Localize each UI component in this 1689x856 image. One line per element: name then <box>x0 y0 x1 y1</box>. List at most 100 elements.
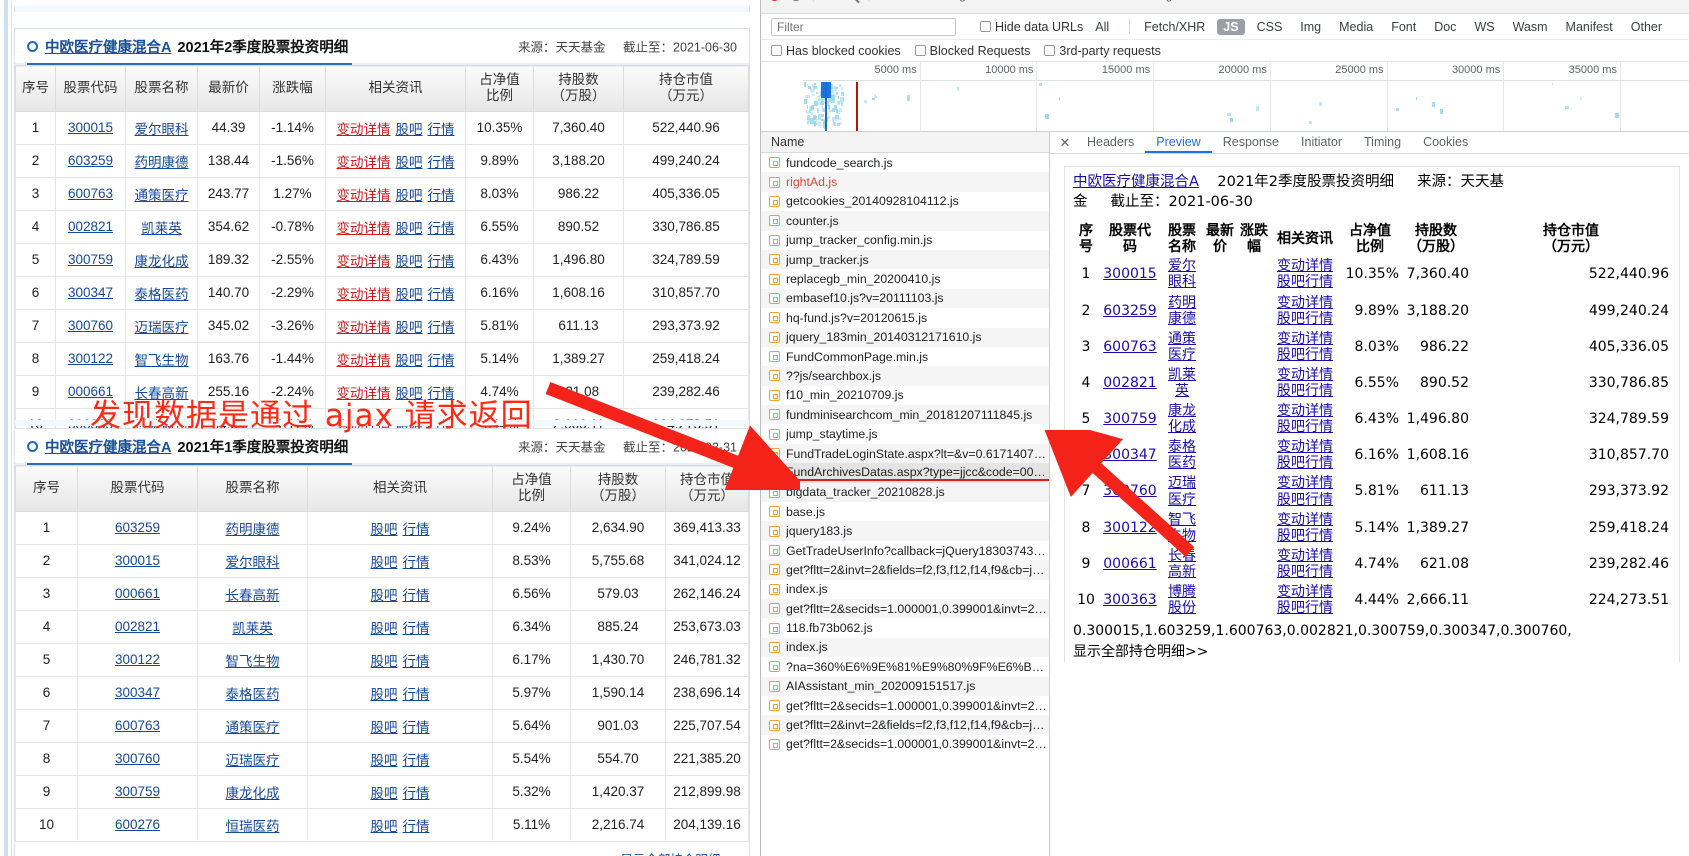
request-row[interactable]: get?fltt=2&secids=1.000001,0.399001&invt… <box>761 735 1049 754</box>
guba-link[interactable]: 股吧 <box>396 122 423 137</box>
stock-name-link[interactable]: 凯莱英 <box>141 221 182 236</box>
stock-name-link[interactable]: 爱尔眼科 <box>226 555 280 570</box>
change-detail-link[interactable]: 变动详情 <box>337 320 391 335</box>
request-row[interactable]: bigdata_tracker_20210828.js <box>761 483 1049 502</box>
stock-name-link[interactable]: 康龙化成 <box>226 786 280 801</box>
request-row[interactable]: replacegb_min_20200410.js <box>761 269 1049 288</box>
change-detail-link[interactable]: 变动详情 <box>337 188 391 203</box>
pv-stock-code-link[interactable]: 000661 <box>1103 556 1156 572</box>
stock-code-link[interactable]: 300347 <box>68 285 113 300</box>
pv-guba-quote-link[interactable]: 股吧行情 <box>1277 419 1333 435</box>
request-row[interactable]: getcookies_20140928104112.js <box>761 192 1049 211</box>
pv-guba-quote-link[interactable]: 股吧行情 <box>1277 528 1333 544</box>
pv-stock-name-link[interactable]: 通策 医疗 <box>1168 331 1196 363</box>
quote-link[interactable]: 行情 <box>428 287 455 302</box>
stock-code-link[interactable]: 603259 <box>115 520 160 535</box>
fund-name-link-q1[interactable]: 中欧医疗健康混合A <box>45 436 171 457</box>
stock-code-link[interactable]: 600763 <box>115 718 160 733</box>
stock-code-link[interactable]: 300122 <box>115 652 160 667</box>
guba-link[interactable]: 股吧 <box>371 555 398 570</box>
stock-code-link[interactable]: 300015 <box>68 120 113 135</box>
pv-guba-quote-link[interactable]: 股吧行情 <box>1277 383 1333 399</box>
stock-code-link[interactable]: 300122 <box>68 351 113 366</box>
guba-link[interactable]: 股吧 <box>371 654 398 669</box>
pv-stock-code-link[interactable]: 300015 <box>1103 266 1156 282</box>
pv-change-detail-link[interactable]: 变动详情 <box>1277 331 1333 347</box>
network-overview-timeline[interactable]: 5000 ms 10000 ms 15000 ms 20000 ms 25000 ms 3… <box>761 62 1689 132</box>
pv-stock-name-link[interactable]: 长春 高新 <box>1168 548 1196 580</box>
guba-link[interactable]: 股吧 <box>371 720 398 735</box>
request-row[interactable]: f10_min_20210709.js <box>761 386 1049 405</box>
pv-stock-name-link[interactable]: 泰格 医药 <box>1168 439 1196 471</box>
resource-type-ws[interactable]: WS <box>1468 19 1500 35</box>
request-row[interactable]: FundArchivesDatas.aspx?type=jjcc&code=00… <box>761 463 1049 482</box>
stock-code-link[interactable]: 603259 <box>68 153 113 168</box>
guba-link[interactable]: 股吧 <box>396 155 423 170</box>
resource-type-all[interactable]: All <box>1089 19 1115 35</box>
pv-guba-quote-link[interactable]: 股吧行情 <box>1277 311 1333 327</box>
quote-link[interactable]: 行情 <box>403 720 430 735</box>
pv-stock-code-link[interactable]: 300347 <box>1103 447 1156 463</box>
change-detail-link[interactable]: 变动详情 <box>337 287 391 302</box>
stock-code-link[interactable]: 002821 <box>68 219 113 234</box>
stock-name-link[interactable]: 通策医疗 <box>135 188 189 203</box>
request-row[interactable]: base.js <box>761 502 1049 521</box>
guba-link[interactable]: 股吧 <box>396 386 423 401</box>
stock-name-link[interactable]: 迈瑞医疗 <box>135 320 189 335</box>
pv-change-detail-link[interactable]: 变动详情 <box>1277 258 1333 274</box>
change-detail-link[interactable]: 变动详情 <box>337 386 391 401</box>
request-row[interactable]: AIAssistant_min_202009151517.js <box>761 677 1049 696</box>
request-row[interactable]: get?fltt=2&invt=2&fields=f2,f3,f12,f14,f… <box>761 560 1049 579</box>
quote-link[interactable]: 行情 <box>403 786 430 801</box>
pv-stock-name-link[interactable]: 博腾 股份 <box>1168 584 1196 616</box>
has-blocked-cookies-checkbox[interactable] <box>771 45 782 56</box>
filter-input[interactable] <box>771 18 956 36</box>
pv-change-detail-link[interactable]: 变动详情 <box>1277 439 1333 455</box>
stock-code-link[interactable]: 000661 <box>68 384 113 399</box>
request-row[interactable]: rightAd.js <box>761 172 1049 191</box>
quote-link[interactable]: 行情 <box>403 753 430 768</box>
stock-name-link[interactable]: 凯莱英 <box>232 621 273 636</box>
stock-name-link[interactable]: 爱尔眼科 <box>135 122 189 137</box>
change-detail-link[interactable]: 变动详情 <box>337 122 391 137</box>
quote-link[interactable]: 行情 <box>428 353 455 368</box>
stock-code-link[interactable]: 000661 <box>115 586 160 601</box>
clear-icon[interactable] <box>790 0 802 1</box>
pv-guba-quote-link[interactable]: 股吧行情 <box>1277 600 1333 616</box>
pv-change-detail-link[interactable]: 变动详情 <box>1277 584 1333 600</box>
pv-stock-code-link[interactable]: 603259 <box>1103 303 1156 319</box>
pv-stock-name-link[interactable]: 智飞 生物 <box>1168 512 1196 544</box>
guba-link[interactable]: 股吧 <box>396 320 423 335</box>
request-row[interactable]: hq-fund.js?v=20120615.js <box>761 308 1049 327</box>
guba-link[interactable]: 股吧 <box>396 188 423 203</box>
pv-stock-code-link[interactable]: 300759 <box>1103 411 1156 427</box>
blocked-requests-checkbox[interactable] <box>915 45 926 56</box>
quote-link[interactable]: 行情 <box>403 654 430 669</box>
resource-type-doc[interactable]: Doc <box>1428 19 1462 35</box>
stock-name-link[interactable]: 长春高新 <box>226 588 280 603</box>
pv-guba-quote-link[interactable]: 股吧行情 <box>1277 455 1333 471</box>
quote-link[interactable]: 行情 <box>428 320 455 335</box>
pv-stock-name-link[interactable]: 康龙 化成 <box>1168 403 1196 435</box>
pv-stock-name-link[interactable]: 凯莱英 <box>1168 367 1196 399</box>
request-row[interactable]: counter.js <box>761 211 1049 230</box>
throttling-select[interactable]: No throttling <box>1108 0 1173 2</box>
pv-guba-quote-link[interactable]: 股吧行情 <box>1277 564 1333 580</box>
pv-stock-code-link[interactable]: 300363 <box>1103 592 1156 608</box>
guba-link[interactable]: 股吧 <box>396 353 423 368</box>
stock-name-link[interactable]: 康龙化成 <box>135 254 189 269</box>
guba-link[interactable]: 股吧 <box>396 221 423 236</box>
change-detail-link[interactable]: 变动详情 <box>337 155 391 170</box>
request-row[interactable]: FundCommonPage.min.js <box>761 347 1049 366</box>
pv-stock-code-link[interactable]: 300760 <box>1103 483 1156 499</box>
request-row[interactable]: get?fltt=2&invt=2&fields=f2,f3,f12,f14,f… <box>761 715 1049 734</box>
pv-guba-quote-link[interactable]: 股吧行情 <box>1277 347 1333 363</box>
resource-type-font[interactable]: Font <box>1385 19 1422 35</box>
request-row[interactable]: jump_staytime.js <box>761 424 1049 443</box>
pv-change-detail-link[interactable]: 变动详情 <box>1277 403 1333 419</box>
guba-link[interactable]: 股吧 <box>371 786 398 801</box>
quote-link[interactable]: 行情 <box>403 555 430 570</box>
tab-response[interactable]: Response <box>1212 132 1290 153</box>
request-row[interactable]: FundTradeLoginState.aspx?lt=&v=0.6171407… <box>761 444 1049 463</box>
tab-timing[interactable]: Timing <box>1353 132 1412 153</box>
